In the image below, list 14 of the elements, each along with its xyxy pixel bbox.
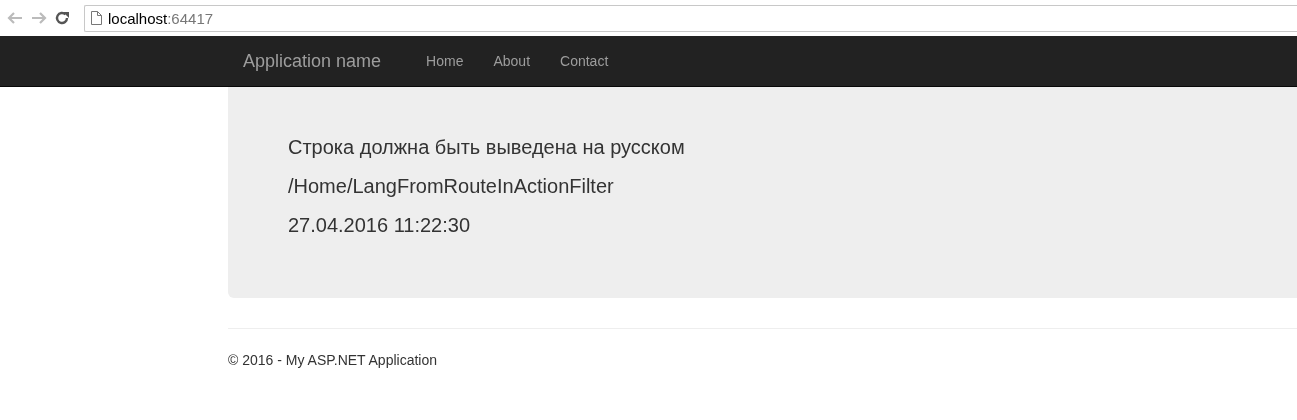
brand-link[interactable]: Application name	[228, 50, 397, 72]
address-field[interactable]: localhost:64417	[84, 4, 1297, 32]
url-text: localhost:64417	[108, 9, 214, 27]
page-icon	[91, 11, 102, 25]
reload-icon[interactable]	[54, 10, 70, 26]
forward-icon[interactable]	[30, 10, 48, 26]
message-text: 27.04.2016 11:22:30	[288, 213, 471, 237]
nav-link[interactable]: Contact	[545, 53, 624, 69]
message-text: /Home/LangFromRouteInActionFilter	[288, 174, 614, 198]
nav-link[interactable]: About	[478, 53, 546, 69]
message-text: Строка должна быть выведена на русском	[288, 135, 685, 159]
footer-text: © 2016 - My ASP.NET Application	[228, 352, 438, 368]
nav-link[interactable]: Home	[411, 53, 479, 69]
back-icon[interactable]	[6, 10, 24, 26]
